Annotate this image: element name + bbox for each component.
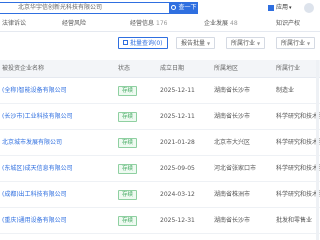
section-tabs: 法律诉讼 经营风险 经营信息 176 企业发展 48 知识产权 bbox=[0, 17, 320, 32]
chevron-down-icon: ▼ bbox=[207, 41, 211, 46]
chip-label: 报告批量 bbox=[181, 40, 206, 47]
table-row[interactable]: 北京城市发展有限公司 存续 2021-01-28 北京市大兴区 科学研究和技术服… bbox=[0, 130, 320, 156]
app-menu-label: 应用 bbox=[276, 4, 289, 11]
company-name-link[interactable]: (东城区)成天信息有限公司 bbox=[2, 156, 73, 182]
region: 湖南省长沙市 bbox=[214, 87, 251, 94]
search-input[interactable]: 北京华宇信创新光科技有限公司 bbox=[0, 2, 170, 14]
industry-filter-2[interactable]: 所属行业 ▼ bbox=[276, 37, 316, 49]
company-name-link[interactable]: (成都)出工科技有限公司 bbox=[2, 182, 67, 208]
tab-development[interactable]: 企业发展 48 bbox=[204, 17, 238, 32]
region: 北京市大兴区 bbox=[214, 139, 251, 146]
status-badge: 存续 bbox=[118, 86, 138, 96]
industry: 科学研究和技术服务 bbox=[276, 165, 320, 172]
app-menu[interactable]: 应用▾ bbox=[268, 3, 292, 13]
column-header-date[interactable]: 成立日期 bbox=[160, 60, 184, 78]
chip-label: 所属行业 bbox=[231, 40, 256, 47]
plus-icon bbox=[123, 40, 128, 45]
region: 湖南省长沙市 bbox=[214, 217, 251, 224]
table-row[interactable]: (东城区)成天信息有限公司 存续 2025-09-05 河北省张家口市 科学研究… bbox=[0, 156, 320, 182]
industry: 制造业 bbox=[276, 87, 295, 94]
report-batch-filter[interactable]: 报告批量 ▼ bbox=[176, 37, 216, 49]
industry: 科学研究和技术服务 bbox=[276, 139, 320, 146]
chevron-down-icon: ▾ bbox=[289, 5, 292, 11]
avatar[interactable] bbox=[304, 3, 314, 13]
chip-label: 批量查询 bbox=[130, 40, 155, 47]
tab-label: 经营信息 bbox=[130, 20, 155, 27]
tab-count: 48 bbox=[230, 20, 238, 27]
top-bar: 北京华宇信创新光科技有限公司 查一下 应用▾ bbox=[0, 0, 320, 16]
column-header-industry[interactable]: 所属行业 bbox=[276, 60, 300, 78]
industry: 科学研究和技术服务 bbox=[276, 113, 320, 120]
industry: 科学研究和技术服务 bbox=[276, 191, 320, 198]
founded-date: 2024-03-12 bbox=[160, 191, 195, 198]
founded-date: 2025-12-31 bbox=[160, 217, 195, 224]
scrollbar[interactable] bbox=[316, 60, 319, 240]
region: 湖南省株洲市 bbox=[214, 191, 251, 198]
chip-label: 所属行业 bbox=[281, 40, 306, 47]
column-header-status[interactable]: 状态 bbox=[118, 60, 130, 78]
tab-operation[interactable]: 经营信息 176 bbox=[130, 17, 167, 32]
tab-label: 法律诉讼 bbox=[2, 20, 27, 27]
region: 湖南省长沙市 bbox=[214, 113, 251, 120]
tab-label: 知识产权 bbox=[276, 20, 301, 27]
company-name-link[interactable]: (重庆)通用设备有限公司 bbox=[2, 208, 67, 234]
status-badge: 存续 bbox=[118, 138, 138, 148]
founded-date: 2025-12-11 bbox=[160, 87, 195, 94]
founded-date: 2025-09-05 bbox=[160, 165, 195, 172]
founded-date: 2025-12-11 bbox=[160, 113, 195, 120]
tab-ip[interactable]: 知识产权 bbox=[276, 17, 300, 32]
tab-label: 企业发展 bbox=[204, 20, 229, 27]
tab-legal[interactable]: 法律诉讼 bbox=[2, 17, 26, 32]
status-badge: 存续 bbox=[118, 216, 138, 226]
table-header: 被投资企业名称 状态 成立日期 所属地区 所属行业 bbox=[0, 60, 320, 78]
industry-filter[interactable]: 所属行业 ▼ bbox=[226, 37, 266, 49]
company-name-link[interactable]: (全称)智能设备有限公司 bbox=[2, 78, 67, 104]
table-row[interactable]: (成都)出工科技有限公司 存续 2024-03-12 湖南省株洲市 科学研究和技… bbox=[0, 182, 320, 208]
status-badge: 存续 bbox=[118, 112, 138, 122]
search-button[interactable]: 查一下 bbox=[170, 2, 198, 14]
chevron-down-icon: ▼ bbox=[257, 41, 261, 46]
tab-count: 176 bbox=[156, 20, 168, 27]
status-badge: 存续 bbox=[118, 190, 138, 200]
app-grid-icon bbox=[268, 4, 274, 11]
table-row[interactable]: (全称)智能设备有限公司 存续 2025-12-11 湖南省长沙市 制造业 bbox=[0, 78, 320, 104]
search-icon bbox=[171, 5, 177, 10]
tab-label: 经营风险 bbox=[62, 20, 87, 27]
chevron-down-icon: ▼ bbox=[307, 41, 311, 46]
industry: 批发和零售业 bbox=[276, 217, 313, 224]
table-row[interactable]: (重庆)通用设备有限公司 存续 2025-12-31 湖南省长沙市 批发和零售业 bbox=[0, 208, 320, 234]
region: 河北省张家口市 bbox=[214, 165, 257, 172]
column-header-region[interactable]: 所属地区 bbox=[214, 60, 238, 78]
company-name-link[interactable]: 北京城市发展有限公司 bbox=[2, 130, 62, 156]
search-button-label: 查一下 bbox=[178, 4, 197, 11]
table-row[interactable]: (长沙市)工业科技有限公司 存续 2025-12-11 湖南省长沙市 科学研究和… bbox=[0, 104, 320, 130]
chip-count: (0) bbox=[154, 40, 163, 47]
column-header-name[interactable]: 被投资企业名称 bbox=[2, 60, 44, 78]
batch-query-button[interactable]: 批量查询(0) bbox=[118, 37, 168, 49]
founded-date: 2021-01-28 bbox=[160, 139, 195, 146]
status-badge: 存续 bbox=[118, 164, 138, 174]
tab-risk[interactable]: 经营风险 bbox=[62, 17, 86, 32]
filter-bar: 批量查询(0) 报告批量 ▼ 所属行业 ▼ 所属行业 ▼ bbox=[0, 37, 320, 51]
company-name-link[interactable]: (长沙市)工业科技有限公司 bbox=[2, 104, 73, 130]
